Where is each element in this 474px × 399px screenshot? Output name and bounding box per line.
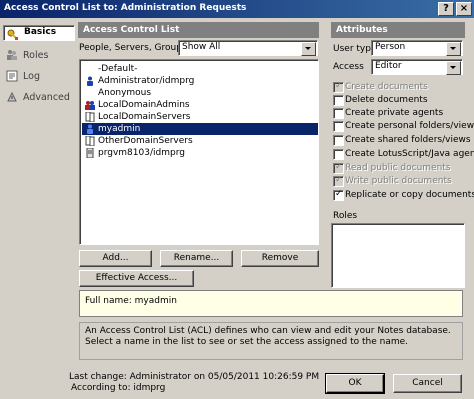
check-icon: ✓ [335,81,343,91]
checkbox-box: ✓ [333,81,344,93]
checkbox-box[interactable] [333,108,344,119]
user-type-value: Person [375,42,406,52]
roles-label: Roles [333,211,358,221]
chevron-down-icon[interactable] [446,61,461,75]
list-item-selected[interactable]: myadmin [82,123,318,135]
full-name: Full name: myadmin [85,296,177,306]
tab-label: Basics [24,27,57,37]
check-icon: ✓ [335,162,343,172]
effective-access-button[interactable]: Effective Access... [79,270,194,287]
user-type-select[interactable]: Person [371,40,463,56]
checkbox-label: Create LotusScript/Java agents [345,149,474,159]
permission-checkbox: ✓ Write public documents [333,175,473,188]
person-icon [87,124,93,134]
server-group-icon [85,112,95,122]
check-icon: ✓ [335,189,343,199]
description-box: An Access Control List (ACL) defines who… [79,322,463,360]
user-type-label: User type [333,44,377,54]
checkbox-box: ✓ [333,162,344,174]
server-group-icon [85,136,95,146]
entry-name: Anonymous [98,88,152,98]
roles-icon [7,50,17,60]
cancel-button[interactable]: Cancel [393,374,462,393]
checkbox-label: Read public documents [345,163,451,173]
sidebar: Basics Roles Log Advanced [0,22,76,361]
entry-name: -Default- [98,64,138,74]
help-button[interactable]: ? [438,2,454,16]
list-item[interactable]: Administrator/idmprg [82,75,318,87]
checkbox-label: Create private agents [345,108,444,118]
server-icon [86,148,94,158]
checkbox-label: Replicate or copy documents [345,190,474,200]
access-label: Access [333,62,364,72]
last-change: Last change: Administrator on 05/05/2011… [69,372,320,382]
list-item[interactable]: Anonymous [82,87,318,99]
permission-checkbox: ✓ Read public documents [333,162,473,175]
tab-roles[interactable]: Roles [3,46,75,65]
checkbox-box[interactable] [333,135,344,146]
remove-button[interactable]: Remove [241,250,319,267]
acl-header: Access Control List [78,22,319,38]
person-icon [87,76,93,86]
key-icon [7,29,18,40]
tab-label: Roles [23,50,49,61]
permission-checkbox[interactable]: Create LotusScript/Java agents [333,148,474,161]
list-item[interactable]: LocalDomainAdmins [82,99,318,111]
tab-log[interactable]: Log [3,67,75,86]
add-button[interactable]: Add... [79,250,152,267]
entry-name: LocalDomainServers [98,112,191,122]
acl-list[interactable]: -Default- Administrator/idmprg Anonymous… [79,59,319,245]
filter-label: People, Servers, Groups [79,43,187,53]
permission-checkbox[interactable]: Create personal folders/views [333,120,474,133]
full-name-box: Full name: myadmin [79,290,463,317]
permission-checkbox[interactable]: Create private agents [333,107,473,120]
entry-name: Administrator/idmprg [98,76,195,86]
title-bar[interactable]: Access Control List to: Administration R… [0,0,474,18]
checkbox-label: Create shared folders/views [345,135,471,145]
tab-label: Log [23,71,40,82]
checkbox-label: Write public documents [345,176,452,186]
list-item[interactable]: OtherDomainServers [82,135,318,147]
checkbox-label: Delete documents [345,95,428,105]
checkbox-box[interactable]: ✓ [333,189,344,201]
advanced-icon [7,91,17,102]
window-title: Access Control List to: Administration R… [4,3,247,13]
checkbox-label: Create personal folders/views [345,121,474,131]
entry-name: LocalDomainAdmins [98,100,190,110]
description-text: An Access Control List (ACL) defines who… [85,326,451,347]
access-value: Editor [375,61,402,71]
tab-advanced[interactable]: Advanced [3,88,75,107]
access-select[interactable]: Editor [371,59,463,75]
entry-name: myadmin [98,124,141,134]
list-item[interactable]: LocalDomainServers [82,111,318,123]
checkbox-box[interactable] [333,121,344,132]
checkbox-box[interactable] [333,95,344,106]
permission-checkbox[interactable]: Create shared folders/views [333,134,473,147]
permission-checkbox: ✓ Create documents [333,81,473,94]
checkbox-box[interactable] [333,149,344,160]
rename-button[interactable]: Rename... [160,250,233,267]
according-to: According to: idmprg [71,383,166,393]
log-icon [6,70,18,82]
attributes-header: Attributes [331,22,465,38]
checkbox-box: ✓ [333,175,344,187]
tab-basics[interactable]: Basics [3,25,75,41]
checkbox-label: Create documents [345,82,428,92]
chevron-down-icon[interactable] [301,42,316,56]
list-item[interactable]: prgvm8103/idmprg [82,147,318,159]
close-button[interactable]: × [456,2,472,16]
permission-checkbox[interactable]: Delete documents [333,94,473,107]
filter-select[interactable]: Show All [178,40,318,56]
roles-list[interactable] [331,223,465,288]
ok-button[interactable]: OK [325,373,385,394]
check-icon: ✓ [335,175,343,185]
permission-checkbox[interactable]: ✓ Replicate or copy documents [333,189,474,202]
group-icon [85,101,95,110]
entry-name: prgvm8103/idmprg [98,148,185,158]
tab-label: Advanced [23,92,70,103]
list-item[interactable]: -Default- [82,63,318,75]
chevron-down-icon[interactable] [446,42,461,56]
filter-value: Show All [182,42,221,52]
entry-name: OtherDomainServers [98,136,193,146]
